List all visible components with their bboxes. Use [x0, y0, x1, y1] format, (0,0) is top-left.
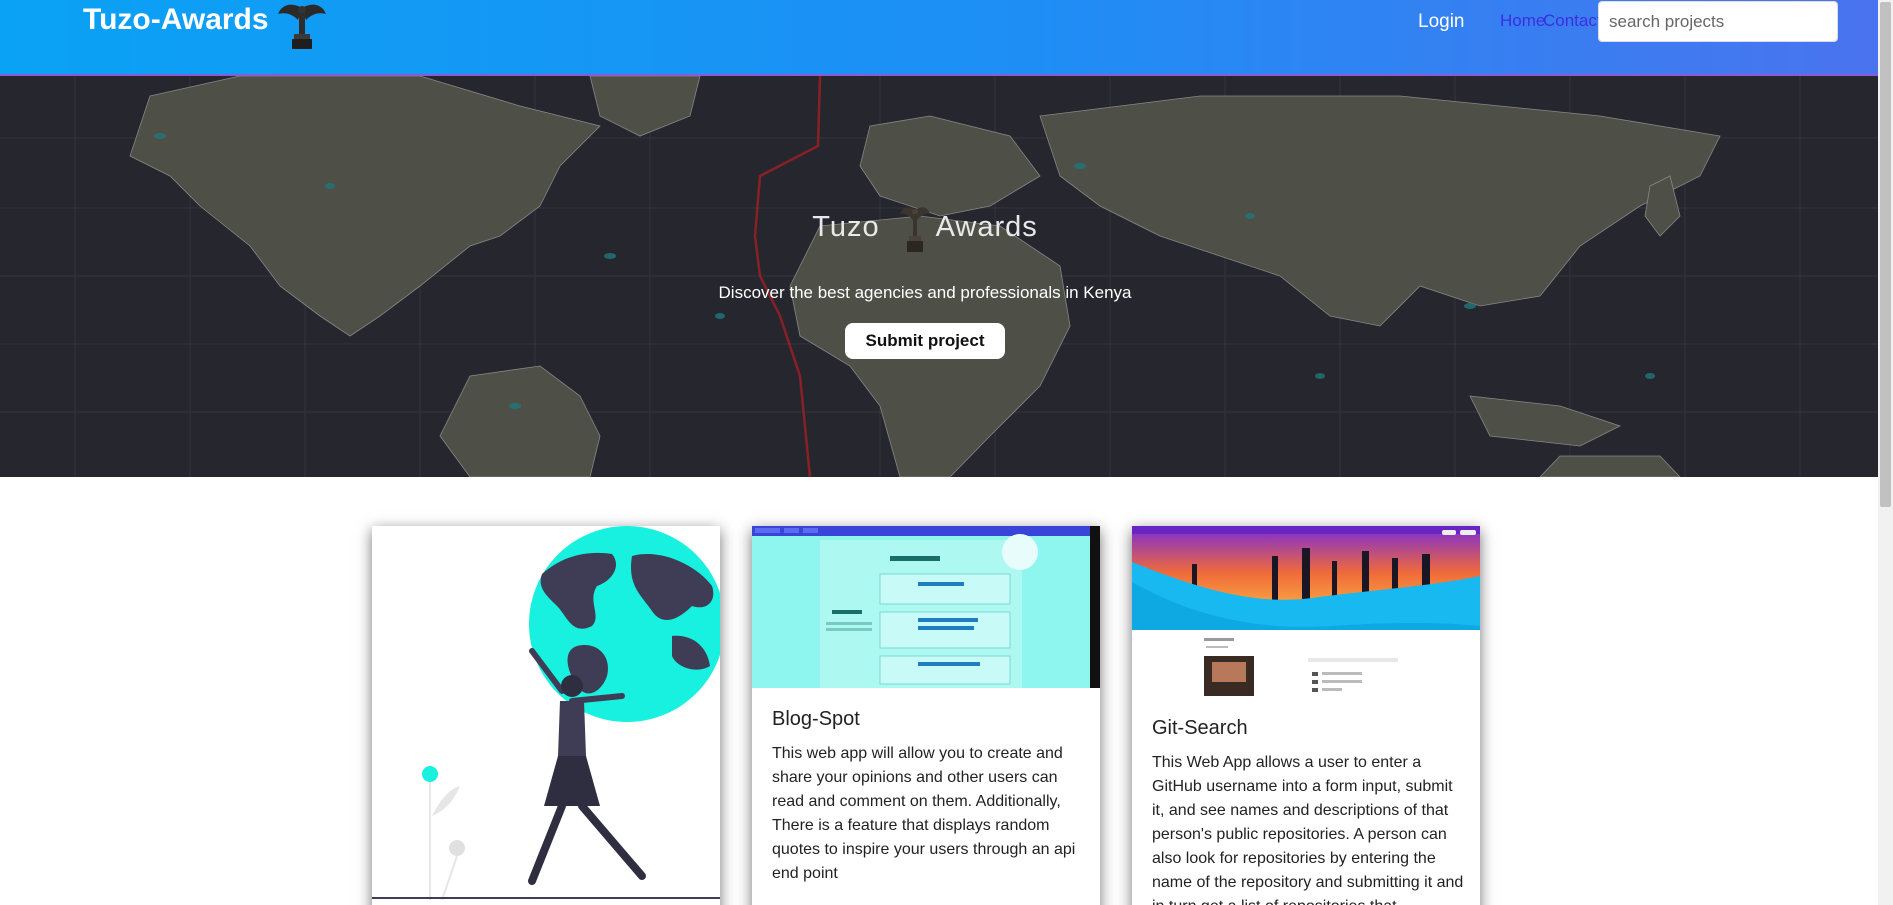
- brand-name[interactable]: Tuzo-Awards: [83, 3, 269, 37]
- hero-title-right: Awards: [935, 211, 1038, 243]
- project-title-2: Blog-Spot: [772, 708, 860, 730]
- trophy-icon: [900, 207, 930, 252]
- hero-subtitle: Discover the best agencies and professio…: [718, 283, 1132, 302]
- project-card-1[interactable]: [372, 526, 720, 905]
- login-link[interactable]: Login: [1418, 11, 1465, 33]
- project-title-3: Git-Search: [1152, 717, 1248, 739]
- world-map-background: [0, 76, 1878, 477]
- hero-title-left: Tuzo: [812, 211, 880, 243]
- project-description-3: This Web App allows a user to enter a Gi…: [1152, 754, 1464, 905]
- hero-banner: Tuzo Awards Discover the best agencies an…: [0, 76, 1878, 477]
- search-input[interactable]: [1599, 2, 1837, 41]
- project-image-2: [752, 526, 1100, 688]
- trophy-logo-icon: [278, 4, 326, 49]
- project-description-2: This web app will allow you to create an…: [772, 745, 1076, 882]
- navbar: Tuzo-Awards Login Home Contact: [0, 0, 1878, 76]
- project-card-3[interactable]: Git-Search This Web App allows a user to…: [1132, 526, 1480, 905]
- page-scrollbar[interactable]: [1878, 0, 1893, 905]
- search-form: [1598, 1, 1838, 42]
- scrollbar-thumb[interactable]: [1880, 2, 1891, 507]
- page: Tuzo-Awards Login Home Contact search pr…: [0, 0, 1893, 905]
- submit-project-button[interactable]: Submit project: [845, 323, 1005, 359]
- project-card-2[interactable]: Blog-Spot This web app will allow you to…: [752, 526, 1100, 905]
- contact-link[interactable]: Contact: [1543, 11, 1602, 31]
- home-link[interactable]: Home: [1500, 11, 1545, 31]
- project-image-1: [372, 526, 720, 900]
- project-image-3: [1132, 526, 1480, 696]
